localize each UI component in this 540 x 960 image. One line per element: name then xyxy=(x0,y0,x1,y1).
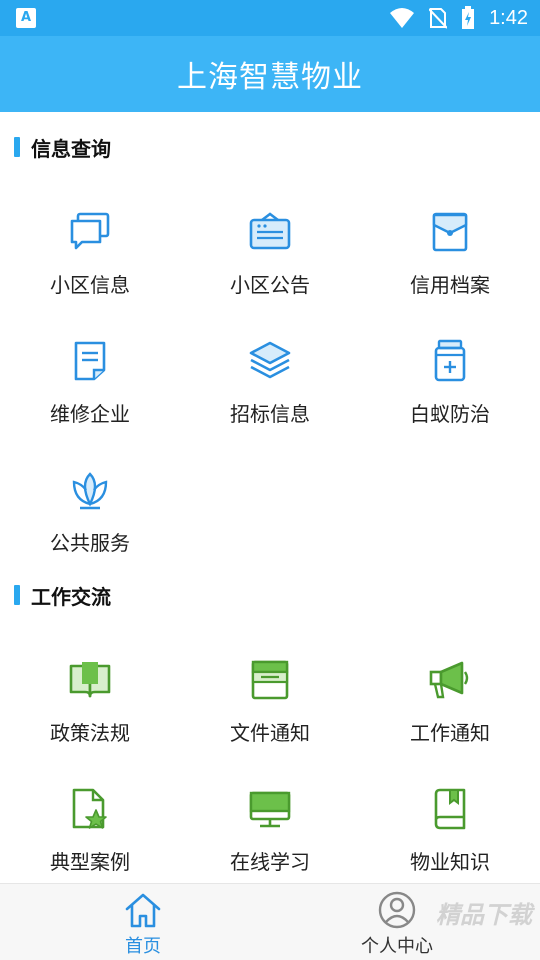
open-book-icon xyxy=(65,655,115,705)
wifi-icon xyxy=(390,8,415,28)
lotus-icon xyxy=(65,465,115,515)
no-sim-icon xyxy=(429,8,448,29)
menu-item-label: 小区公告 xyxy=(230,273,310,297)
section-title: 工作交流 xyxy=(31,584,111,609)
folder-icon xyxy=(245,655,295,705)
tab-home[interactable]: 首页 xyxy=(8,884,278,960)
menu-item-public-service[interactable]: 公共服务 xyxy=(0,443,180,563)
section-accent-bar xyxy=(14,585,20,605)
menu-item-tender-info[interactable]: 招标信息 xyxy=(180,314,360,434)
section-accent-bar xyxy=(14,137,20,157)
status-icons: 1:42 xyxy=(389,0,528,36)
menu-item-label: 在线学习 xyxy=(230,850,310,874)
status-bar: A 1:42 xyxy=(0,0,540,36)
menu-item-repair-company[interactable]: 维修企业 xyxy=(0,314,180,434)
menu-item-label: 物业知识 xyxy=(410,850,490,874)
file-envelope-icon xyxy=(425,207,475,257)
menu-item-label: 维修企业 xyxy=(50,402,130,426)
menu-item-termite-control[interactable]: 白蚁防治 xyxy=(360,314,540,434)
medicine-bottle-icon xyxy=(425,336,475,386)
menu-item-community-info[interactable]: 小区信息 xyxy=(0,185,180,305)
bookmark-book-icon xyxy=(425,784,475,834)
tab-label: 个人中心 xyxy=(361,936,433,957)
menu-item-label: 政策法规 xyxy=(50,721,130,745)
watermark: 精品下载 xyxy=(436,901,532,929)
menu-item-label: 工作通知 xyxy=(410,721,490,745)
menu-item-work-notice[interactable]: 工作通知 xyxy=(360,633,540,753)
home-icon xyxy=(125,893,161,928)
menu-item-property-knowledge[interactable]: 物业知识 xyxy=(360,762,540,882)
menu-item-community-notice[interactable]: 小区公告 xyxy=(180,185,360,305)
app-notification-icon: A xyxy=(16,8,36,28)
person-icon xyxy=(378,891,416,929)
tab-label: 首页 xyxy=(125,936,161,957)
menu-item-typical-cases[interactable]: 典型案例 xyxy=(0,762,180,882)
section-header-info-query: 信息查询 xyxy=(0,127,540,167)
menu-item-online-learning[interactable]: 在线学习 xyxy=(180,762,360,882)
megaphone-icon xyxy=(425,655,475,705)
monitor-icon xyxy=(245,784,295,834)
menu-item-policy-regulations[interactable]: 政策法规 xyxy=(0,633,180,753)
menu-item-label: 信用档案 xyxy=(410,273,490,297)
starred-file-icon xyxy=(65,784,115,834)
section-title: 信息查询 xyxy=(31,136,111,161)
page-title: 上海智慧物业 xyxy=(177,60,363,95)
clock: 1:42 xyxy=(489,6,528,29)
menu-item-credit-archive[interactable]: 信用档案 xyxy=(360,185,540,305)
document-icon xyxy=(65,336,115,386)
menu-item-label: 小区信息 xyxy=(50,273,130,297)
app-header: 上海智慧物业 xyxy=(0,36,540,112)
chat-bubbles-icon xyxy=(65,207,115,257)
menu-item-label: 招标信息 xyxy=(230,402,310,426)
menu-item-label: 公共服务 xyxy=(50,531,130,555)
battery-charging-icon xyxy=(462,6,475,29)
section-header-work-exchange: 工作交流 xyxy=(0,575,540,615)
layers-icon xyxy=(245,336,295,386)
menu-item-label: 文件通知 xyxy=(230,721,310,745)
menu-item-file-notice[interactable]: 文件通知 xyxy=(180,633,360,753)
menu-item-label: 典型案例 xyxy=(50,850,130,874)
menu-item-label: 白蚁防治 xyxy=(410,402,490,426)
notice-board-icon xyxy=(245,207,295,257)
